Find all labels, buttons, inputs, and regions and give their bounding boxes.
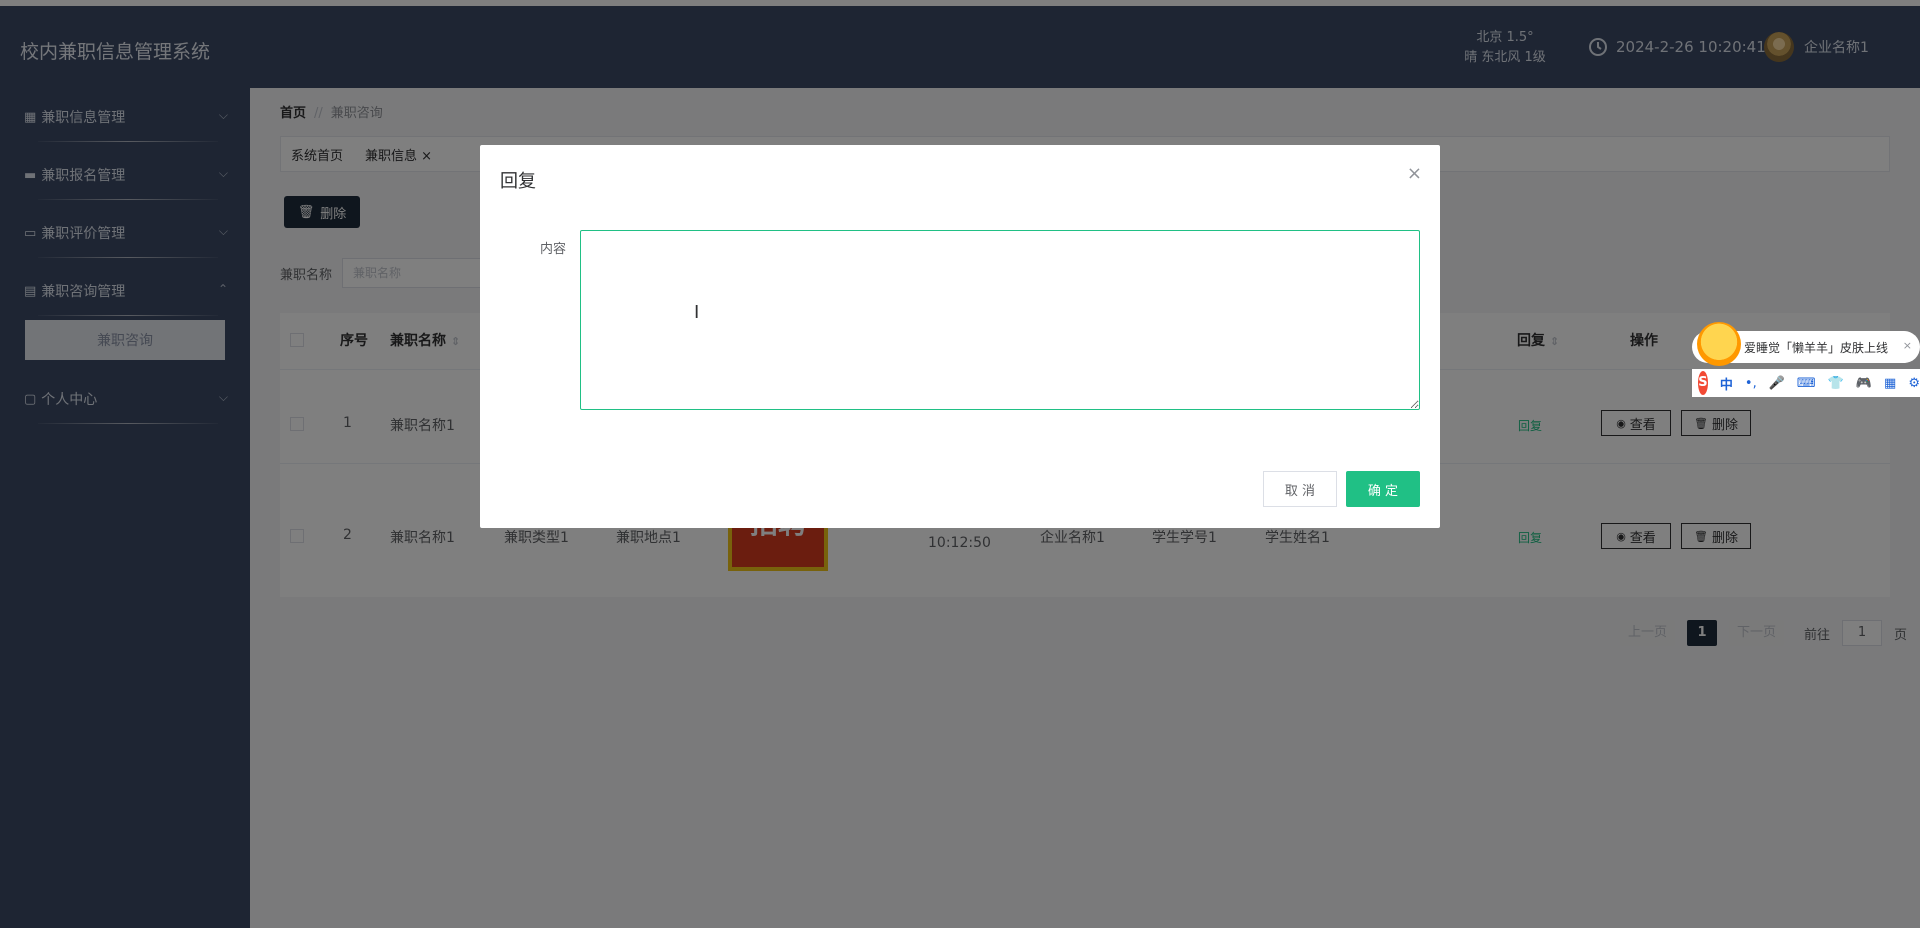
reply-dialog: 回复 × 内容 取 消 确 定 xyxy=(480,145,1440,528)
content-textarea[interactable] xyxy=(580,230,1420,410)
text-cursor-icon: I xyxy=(694,302,700,323)
keyboard-icon[interactable]: ⌨ xyxy=(1797,376,1816,391)
ime-mode-toggle[interactable]: 中 xyxy=(1720,374,1733,393)
settings-icon[interactable]: ⚙ xyxy=(1908,376,1920,391)
close-icon[interactable]: × xyxy=(1407,163,1422,184)
apps-icon[interactable]: ▦ xyxy=(1884,376,1896,391)
sun-mascot-icon xyxy=(1697,322,1741,366)
microphone-icon[interactable]: 🎤 xyxy=(1769,376,1785,391)
cancel-button[interactable]: 取 消 xyxy=(1263,471,1337,507)
ime-toolbar: S 中 •, 🎤 ⌨ 👕 🎮 ▦ ⚙ xyxy=(1692,369,1920,397)
sogou-logo-icon[interactable]: S xyxy=(1698,371,1708,395)
close-icon[interactable]: × xyxy=(1903,339,1912,352)
ime-promo-text: 爱睡觉「懒羊羊」皮肤上线 xyxy=(1744,340,1889,355)
content-label: 内容 xyxy=(540,242,567,257)
skin-icon[interactable]: 👕 xyxy=(1828,376,1844,391)
dialog-title: 回复 xyxy=(500,171,536,192)
game-icon[interactable]: 🎮 xyxy=(1856,376,1872,391)
confirm-button[interactable]: 确 定 xyxy=(1346,471,1420,507)
punctuation-icon[interactable]: •, xyxy=(1745,376,1757,391)
